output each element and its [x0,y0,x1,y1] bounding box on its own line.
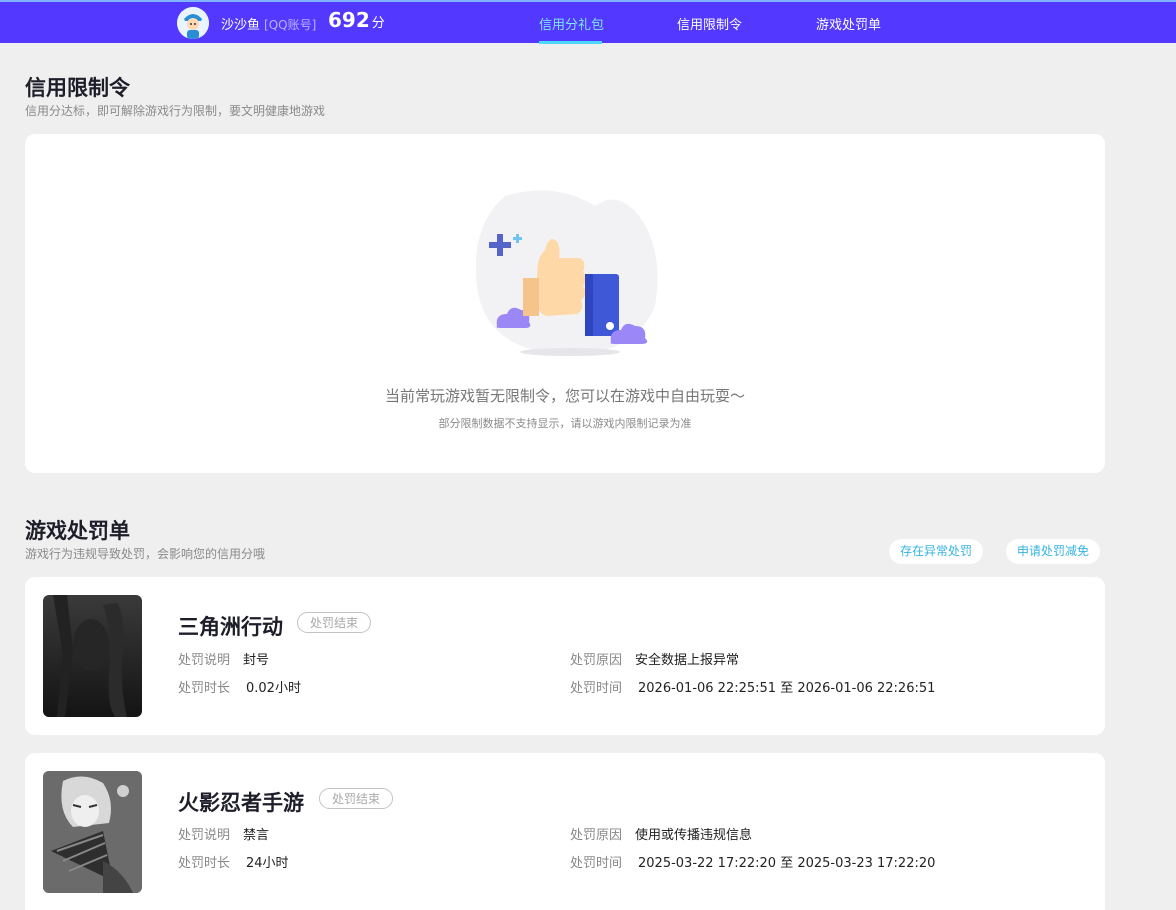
penalty-time-label: 处罚时间 [570,856,623,871]
penalty-reason-label: 处罚原因 [570,653,623,668]
penalties-subtitle: 游戏行为违规导致处罚，会影响您的信用分哦 [25,547,266,561]
penalty-duration-label: 处罚时长 [178,681,231,696]
apply-penalty-reduction-button[interactable]: 申请处罚减免 [1006,539,1101,564]
penalty-card[interactable]: 三角洲行动 处罚结束 处罚说明 封号 处罚时长 0.02小时 处罚原因 安全数据… [25,577,1105,735]
penalty-duration-label: 处罚时长 [178,856,231,871]
restrictions-card: 当前常玩游戏暂无限制令，您可以在游戏中自由玩耍～ 部分限制数据不支持显示，请以游… [25,134,1105,473]
restrictions-subtitle: 信用分达标，即可解除游戏行为限制，要文明健康地游戏 [25,104,326,118]
empty-restriction-message: 当前常玩游戏暂无限制令，您可以在游戏中自由玩耍～ [384,387,745,405]
top-bar: 沙沙鱼 [QQ账号] 692 分 信用分礼包 信用限制令 游戏处罚单 [0,0,1176,44]
restrictions-title: 信用限制令 [25,76,130,100]
nav-active-indicator [539,41,602,44]
game-thumbnail [43,595,142,717]
nav-credit-gift[interactable]: 信用分礼包 [539,14,604,33]
penalty-time-value: 2025-03-22 17:22:20 至 2025-03-23 17:22:2… [638,856,936,871]
nav-game-penalty[interactable]: 游戏处罚单 [816,14,881,33]
credit-score-unit: 分 [371,16,385,31]
game-name: 三角洲行动 [178,615,283,639]
penalty-status-badge: 处罚结束 [297,612,372,633]
penalty-duration-value: 24小时 [246,856,289,871]
user-avatar[interactable] [177,7,209,39]
penalty-status-badge: 处罚结束 [319,788,394,809]
credit-score-value: 692 [328,8,370,32]
empty-restriction-note: 部分限制数据不支持显示，请以游戏内限制记录为准 [438,417,692,430]
credit-score: 692 分 [328,8,385,32]
thumbs-up-illustration [475,190,658,356]
username-text: 沙沙鱼 [221,18,261,33]
penalty-desc-value: 封号 [243,653,270,668]
penalty-reason-label: 处罚原因 [570,828,623,843]
penalty-duration-value: 0.02小时 [246,681,301,696]
penalty-time-value: 2026-01-06 22:25:51 至 2026-01-06 22:26:5… [638,681,936,696]
penalties-title: 游戏处罚单 [25,519,130,543]
penalty-time-label: 处罚时间 [570,681,623,696]
username: 沙沙鱼 [QQ账号] [221,14,316,33]
account-type: [QQ账号] [264,18,317,32]
penalty-desc-label: 处罚说明 [178,653,231,668]
report-abnormal-penalty-button[interactable]: 存在异常处罚 [889,539,984,564]
penalty-desc-value: 禁言 [243,828,270,843]
penalty-reason-value: 安全数据上报异常 [635,653,740,668]
game-thumbnail [43,771,142,893]
penalty-card[interactable]: 火影忍者手游 处罚结束 处罚说明 禁言 处罚时长 24小时 处罚原因 使用或传播… [25,753,1105,910]
penalty-desc-label: 处罚说明 [178,828,231,843]
game-name: 火影忍者手游 [178,791,304,815]
nav-credit-restriction[interactable]: 信用限制令 [677,14,742,33]
penalty-reason-value: 使用或传播违规信息 [635,828,753,843]
